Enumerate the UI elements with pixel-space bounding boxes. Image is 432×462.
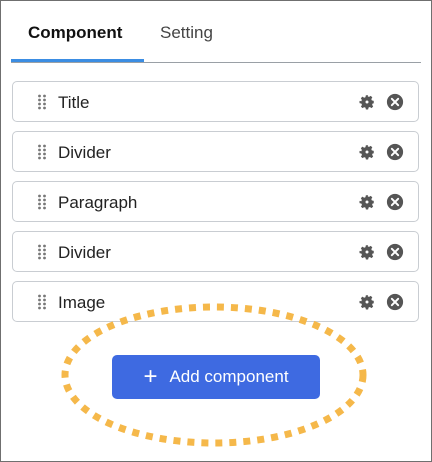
remove-icon[interactable] [386, 243, 404, 261]
component-item-title[interactable]: Title [12, 81, 419, 122]
gear-icon[interactable] [358, 193, 376, 211]
drag-handle-icon[interactable] [37, 294, 47, 310]
component-label: Title [58, 93, 90, 112]
gear-icon[interactable] [358, 93, 376, 111]
gear-icon[interactable] [358, 143, 376, 161]
component-item-divider[interactable]: Divider [12, 231, 419, 272]
tab-setting[interactable]: Setting [160, 23, 213, 43]
remove-icon[interactable] [386, 93, 404, 111]
drag-handle-icon[interactable] [37, 94, 47, 110]
drag-handle-icon[interactable] [37, 194, 47, 210]
plus-icon: + [143, 363, 158, 390]
remove-icon[interactable] [386, 193, 404, 211]
add-component-button[interactable]: + Add component [112, 355, 320, 399]
component-panel: Component Setting Title Divider Paragrap… [0, 0, 432, 462]
tab-bar: Component Setting [11, 1, 421, 63]
drag-handle-icon[interactable] [37, 144, 47, 160]
component-label: Divider [58, 143, 111, 162]
remove-icon[interactable] [386, 293, 404, 311]
active-tab-indicator [11, 59, 144, 62]
component-item-paragraph[interactable]: Paragraph [12, 181, 419, 222]
component-item-divider[interactable]: Divider [12, 131, 419, 172]
drag-handle-icon[interactable] [37, 244, 47, 260]
component-label: Divider [58, 243, 111, 262]
gear-icon[interactable] [358, 243, 376, 261]
add-component-label: Add component [169, 367, 289, 386]
tab-component[interactable]: Component [28, 23, 122, 43]
component-label: Paragraph [58, 193, 138, 212]
remove-icon[interactable] [386, 143, 404, 161]
